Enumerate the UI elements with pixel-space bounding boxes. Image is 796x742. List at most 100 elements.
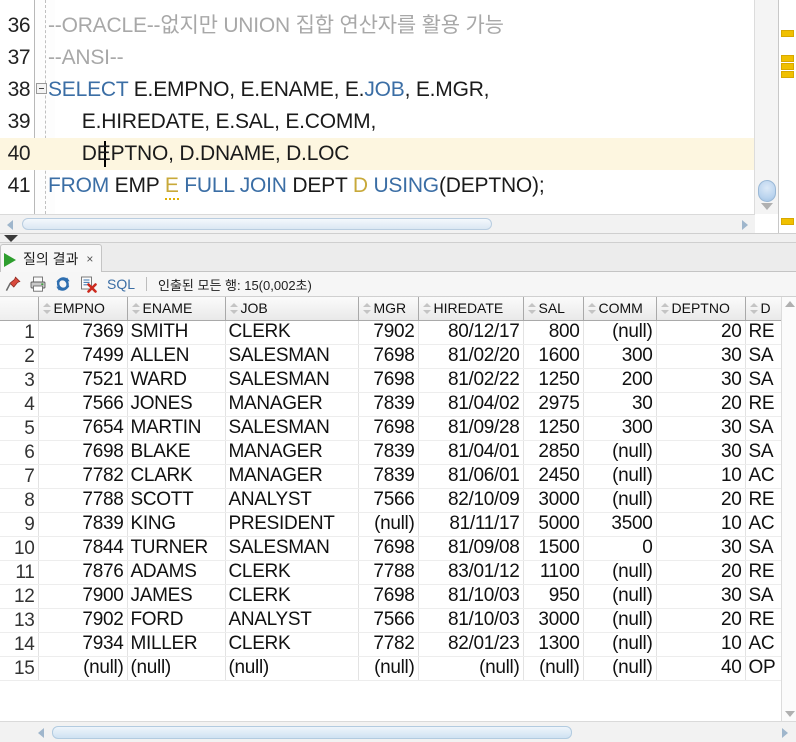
cell-job[interactable]: CLERK [225,584,359,609]
row-number[interactable]: 8 [0,488,39,513]
cell-sal[interactable]: 950 [523,584,584,609]
cell-ename[interactable]: MILLER [127,632,226,657]
cell-deptno[interactable]: 30 [656,344,746,369]
tab-query-result[interactable]: 질의 결과 × [0,244,103,272]
cell-d[interactable]: SA [745,416,781,441]
table-row[interactable]: 13 7902 FORD ANALYST 7566 81/10/03 3000 (null) 2… [0,608,781,633]
cell-empno[interactable]: 7902 [38,608,128,633]
cell-ename[interactable]: SMITH [127,320,226,345]
cell-ename[interactable]: SCOTT [127,488,226,513]
sort-indicator-icon[interactable] [422,302,431,315]
cell-mgr[interactable]: 7566 [358,488,419,513]
sort-indicator-icon[interactable] [527,302,536,315]
cell-empno[interactable]: 7876 [38,560,128,585]
row-number[interactable]: 4 [0,392,39,417]
table-row[interactable]: 15 (null) (null) (null) (null) (null) (null) (n… [0,656,781,681]
column-header-sal[interactable]: SAL [523,297,584,321]
cell-d[interactable]: AC [745,632,781,657]
editor-vertical-scrollbar[interactable] [754,0,779,214]
cell-mgr[interactable]: 7698 [358,584,419,609]
row-number[interactable]: 15 [0,656,39,681]
column-header-d[interactable]: D [745,297,781,321]
editor-line[interactable]: 39 E.HIREDATE, E.SAL, E.COMM, [0,106,755,138]
cell-comm[interactable]: 3500 [583,512,657,537]
cell-mgr[interactable]: 7782 [358,632,419,657]
cell-sal[interactable]: 3000 [523,488,584,513]
cell-comm[interactable]: (null) [583,464,657,489]
cell-d[interactable]: RE [745,560,781,585]
cell-mgr[interactable]: 7839 [358,464,419,489]
row-number[interactable]: 6 [0,440,39,465]
cell-hiredate[interactable]: 83/01/12 [418,560,524,585]
cell-mgr[interactable]: 7698 [358,416,419,441]
cell-sal[interactable]: 1300 [523,632,584,657]
cell-mgr[interactable]: 7902 [358,320,419,345]
cell-ename[interactable]: ALLEN [127,344,226,369]
cell-mgr[interactable]: 7839 [358,440,419,465]
grid-horizontal-scrollbar[interactable] [0,721,796,742]
grid-hscroll-left-arrow-icon[interactable] [38,728,44,738]
cell-hiredate[interactable]: 81/11/17 [418,512,524,537]
cell-mgr[interactable]: 7839 [358,392,419,417]
pin-icon[interactable] [4,275,22,293]
table-row[interactable]: 9 7839 KING PRESIDENT (null) 81/11/17 5000 3500… [0,512,781,537]
editor-marker[interactable] [781,63,794,70]
cell-empno[interactable]: 7369 [38,320,128,345]
row-number[interactable]: 9 [0,512,39,537]
editor-line[interactable]: 40 DEPTNO, D.DNAME, D.LOC [0,138,755,170]
editor-line[interactable]: 36 --ORACLE--없지만 UNION 집합 연산자를 활용 가능 [0,10,755,42]
table-row[interactable]: 5 7654 MARTIN SALESMAN 7698 81/09/28 1250 300 30… [0,416,781,441]
close-icon[interactable]: × [86,252,93,266]
cell-sal[interactable]: 2850 [523,440,584,465]
clear-results-icon[interactable] [79,275,97,293]
editor-vscroll-down-arrow-icon[interactable] [761,203,773,210]
editor-hscroll-thumb[interactable] [22,218,492,230]
cell-empno[interactable]: 7788 [38,488,128,513]
sql-editor-text-area[interactable]: 35 36 --ORACLE--없지만 UNION 집합 연산자를 활용 가능 37-… [0,0,755,214]
table-row[interactable]: 7 7782 CLARK MANAGER 7839 81/06/01 2450 (null) 1… [0,464,781,489]
cell-ename[interactable]: BLAKE [127,440,226,465]
cell-comm[interactable]: (null) [583,320,657,345]
cell-sal[interactable]: 3000 [523,608,584,633]
grid-vertical-scrollbar[interactable] [781,297,796,721]
cell-mgr[interactable]: (null) [358,656,419,681]
cell-comm[interactable]: 300 [583,416,657,441]
cell-deptno[interactable]: 40 [656,656,746,681]
cell-empno[interactable]: 7934 [38,632,128,657]
cell-deptno[interactable]: 20 [656,608,746,633]
cell-empno[interactable]: (null) [38,656,128,681]
cell-job[interactable]: ANALYST [225,488,359,513]
row-number[interactable]: 3 [0,368,39,393]
cell-d[interactable]: RE [745,608,781,633]
cell-job[interactable]: SALESMAN [225,344,359,369]
editor-hscroll-right-arrow-icon[interactable] [742,220,748,230]
table-row[interactable]: 8 7788 SCOTT ANALYST 7566 82/10/09 3000 (null) 2… [0,488,781,513]
table-row[interactable]: 6 7698 BLAKE MANAGER 7839 81/04/01 2850 (null) 3… [0,440,781,465]
cell-d[interactable]: SA [745,536,781,561]
table-row[interactable]: 2 7499 ALLEN SALESMAN 7698 81/02/20 1600 300 30 S… [0,344,781,369]
cell-job[interactable]: SALESMAN [225,536,359,561]
code-fold-collapse-icon[interactable] [36,83,47,94]
editor-line[interactable]: 41 FROM EMP E FULL JOIN DEPT D USING(DEPT… [0,170,755,202]
cell-mgr[interactable]: 7566 [358,608,419,633]
editor-marker[interactable] [781,30,794,37]
sort-indicator-icon[interactable] [362,302,371,315]
cell-job[interactable]: (null) [225,656,359,681]
editor-marker[interactable] [781,71,794,78]
editor-horizontal-scrollbar[interactable] [0,214,755,233]
cell-comm[interactable]: 0 [583,536,657,561]
cell-job[interactable]: CLERK [225,632,359,657]
cell-ename[interactable]: WARD [127,368,226,393]
editor-line[interactable]: 38 SELECT E.EMPNO, E.ENAME, E.JOB, E.MGR, [0,74,755,106]
cell-deptno[interactable]: 30 [656,440,746,465]
cell-job[interactable]: MANAGER [225,392,359,417]
cell-sal[interactable]: 2450 [523,464,584,489]
cell-ename[interactable]: TURNER [127,536,226,561]
editor-marker[interactable] [781,55,794,62]
column-header-comm[interactable]: COMM [583,297,657,321]
cell-d[interactable]: RE [745,392,781,417]
sort-indicator-icon[interactable] [660,302,669,315]
grid-corner-header[interactable] [0,297,39,321]
table-row[interactable]: 3 7521 WARD SALESMAN 7698 81/02/22 1250 200 30 SA [0,368,781,393]
cell-comm[interactable]: (null) [583,656,657,681]
